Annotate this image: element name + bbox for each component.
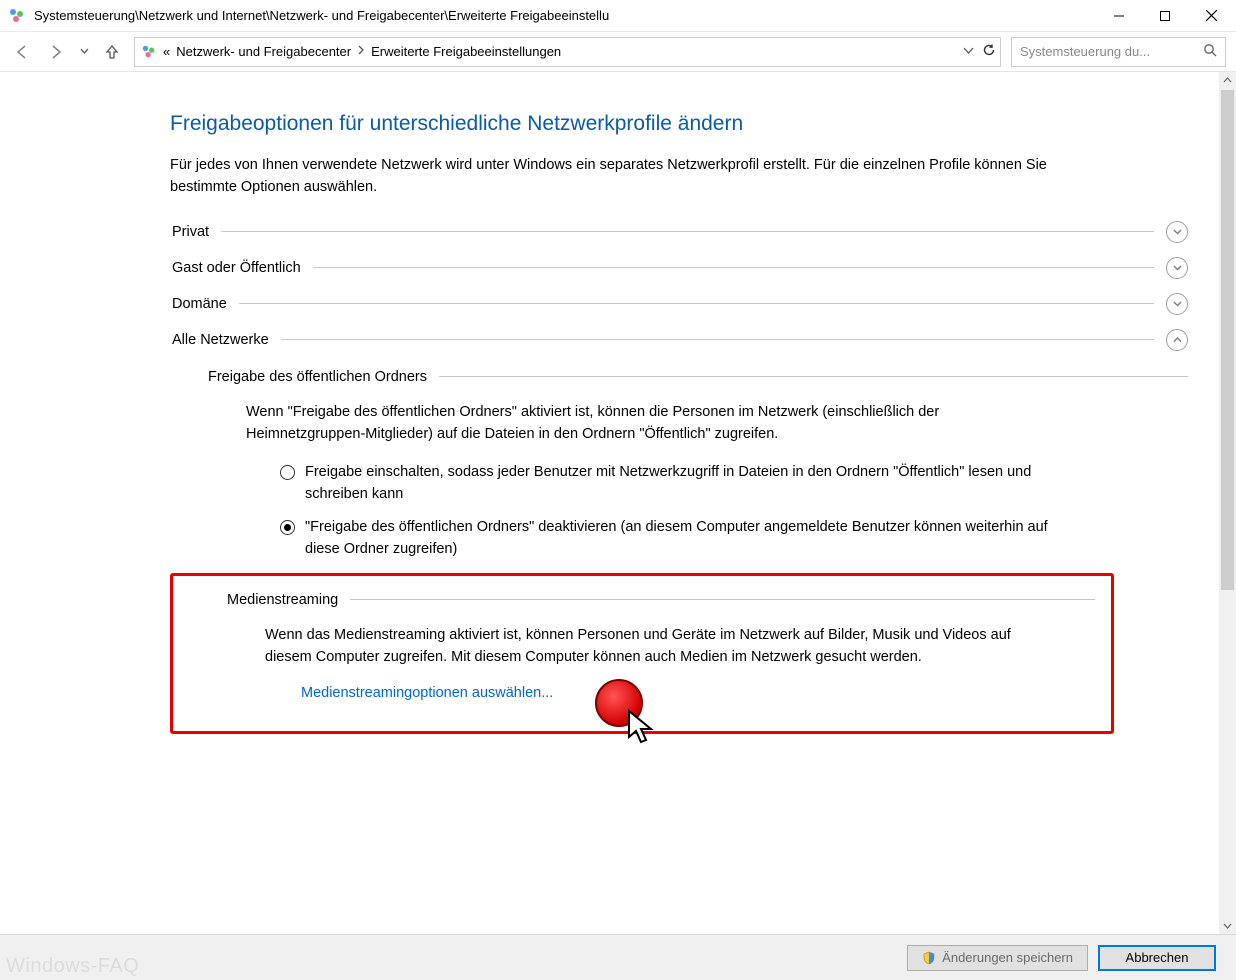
save-button-label: Änderungen speichern xyxy=(942,950,1073,965)
separator-line xyxy=(350,599,1095,600)
scroll-down-icon[interactable] xyxy=(1219,917,1236,934)
profile-gast[interactable]: Gast oder Öffentlich xyxy=(172,257,1188,279)
radio-label: Freigabe einschalten, sodass jeder Benut… xyxy=(305,462,1050,506)
profile-label: Privat xyxy=(172,224,209,240)
separator-line xyxy=(281,339,1154,340)
save-button[interactable]: Änderungen speichern xyxy=(907,945,1088,971)
shield-icon xyxy=(922,951,936,965)
breadcrumb-item-1[interactable]: Netzwerk- und Freigabecenter xyxy=(176,44,351,59)
media-streaming-heading: Medienstreaming xyxy=(227,592,338,608)
breadcrumb-item-2[interactable]: Erweiterte Freigabeeinstellungen xyxy=(371,44,561,59)
page-title: Freigabeoptionen für unterschiedliche Ne… xyxy=(170,112,1188,136)
history-dropdown-icon[interactable] xyxy=(78,47,90,56)
maximize-button[interactable] xyxy=(1142,0,1188,32)
refresh-button[interactable] xyxy=(982,43,996,60)
cursor-icon xyxy=(625,709,659,749)
breadcrumb-ellipsis[interactable]: « xyxy=(163,44,170,59)
title-bar: Systemsteuerung\Netzwerk und Internet\Ne… xyxy=(0,0,1236,32)
profile-domaene[interactable]: Domäne xyxy=(172,293,1188,315)
chevron-right-icon xyxy=(357,45,365,58)
forward-button[interactable] xyxy=(44,40,68,64)
vertical-scrollbar[interactable] xyxy=(1219,72,1236,934)
content-area: Freigabeoptionen für unterschiedliche Ne… xyxy=(0,72,1236,934)
scroll-thumb[interactable] xyxy=(1221,90,1234,590)
public-folder-desc: Wenn "Freigabe des öffentlichen Ordners"… xyxy=(246,401,1036,446)
profile-alle-netzwerke[interactable]: Alle Netzwerke xyxy=(172,329,1188,351)
radio-icon xyxy=(280,520,295,535)
separator-line xyxy=(439,376,1188,377)
footer-bar: Windows-FAQ Änderungen speichern Abbrech… xyxy=(0,934,1236,980)
separator-line xyxy=(221,231,1154,232)
intro-text: Für jedes von Ihnen verwendete Netzwerk … xyxy=(170,154,1090,199)
search-icon[interactable] xyxy=(1203,43,1217,60)
radio-icon xyxy=(280,465,295,480)
back-button[interactable] xyxy=(10,40,34,64)
radio-enable-public[interactable]: Freigabe einschalten, sodass jeder Benut… xyxy=(280,462,1050,506)
chevron-up-icon[interactable] xyxy=(1166,329,1188,351)
profile-label: Gast oder Öffentlich xyxy=(172,260,301,276)
up-button[interactable] xyxy=(100,40,124,64)
watermark-text: Windows-FAQ xyxy=(6,955,139,978)
profile-label: Alle Netzwerke xyxy=(172,332,269,348)
address-icon xyxy=(141,44,157,60)
chevron-down-icon[interactable] xyxy=(1166,257,1188,279)
separator-line xyxy=(313,267,1154,268)
media-streaming-highlight: Medienstreaming Wenn das Medienstreaming… xyxy=(170,573,1114,734)
cancel-button[interactable]: Abbrechen xyxy=(1098,945,1216,971)
window-title: Systemsteuerung\Netzwerk und Internet\Ne… xyxy=(34,8,1096,23)
scroll-up-icon[interactable] xyxy=(1219,72,1236,89)
close-button[interactable] xyxy=(1188,0,1234,32)
chevron-down-icon[interactable] xyxy=(1166,221,1188,243)
address-bar[interactable]: « Netzwerk- und Freigabecenter Erweitert… xyxy=(134,37,1001,67)
nav-bar: « Netzwerk- und Freigabecenter Erweitert… xyxy=(0,32,1236,72)
search-input[interactable] xyxy=(1020,44,1197,59)
public-folder-heading: Freigabe des öffentlichen Ordners xyxy=(208,369,427,385)
media-streaming-desc: Wenn das Medienstreaming aktiviert ist, … xyxy=(265,624,1055,669)
search-box[interactable] xyxy=(1011,37,1226,67)
media-streaming-link[interactable]: Medienstreamingoptionen auswählen... xyxy=(301,685,553,701)
control-panel-icon xyxy=(8,7,26,25)
window-controls xyxy=(1096,0,1234,32)
profile-privat[interactable]: Privat xyxy=(172,221,1188,243)
minimize-button[interactable] xyxy=(1096,0,1142,32)
cancel-button-label: Abbrechen xyxy=(1126,950,1189,965)
profile-label: Domäne xyxy=(172,296,227,312)
public-folder-section: Freigabe des öffentlichen Ordners Wenn "… xyxy=(208,369,1188,561)
separator-line xyxy=(239,303,1154,304)
radio-label: "Freigabe des öffentlichen Ordners" deak… xyxy=(305,517,1050,561)
chevron-down-icon[interactable] xyxy=(1166,293,1188,315)
radio-disable-public[interactable]: "Freigabe des öffentlichen Ordners" deak… xyxy=(280,517,1050,561)
address-dropdown-icon[interactable] xyxy=(963,44,974,59)
